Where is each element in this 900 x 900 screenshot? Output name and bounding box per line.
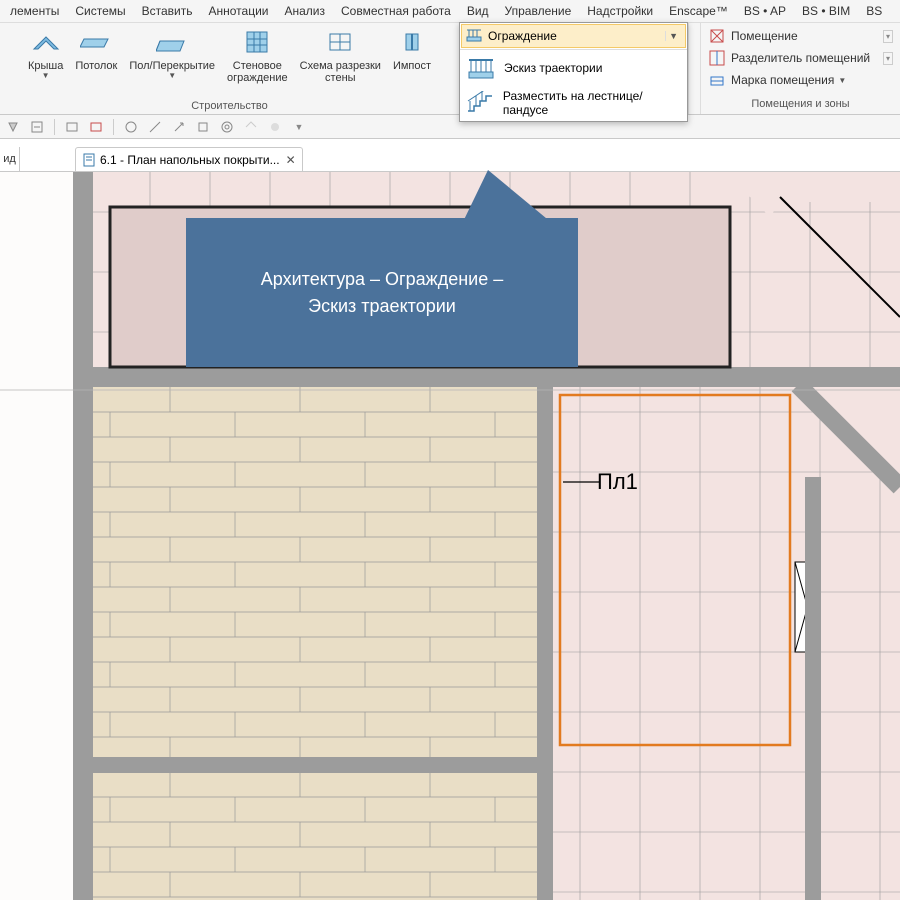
menu-item[interactable]: Аннотации <box>201 4 277 18</box>
sketch-path-icon <box>466 55 496 81</box>
qat-icon[interactable] <box>122 118 140 136</box>
railing-icon <box>466 27 484 45</box>
mullion-button[interactable]: Импост <box>387 25 437 99</box>
separator <box>460 49 687 50</box>
menu-bar: лементы Системы Вставить Аннотации Анали… <box>0 0 900 22</box>
quick-access-toolbar: ▼ <box>0 115 900 139</box>
document-tab[interactable]: 6.1 - План напольных покрыти... ✕ <box>75 147 303 171</box>
chevron-down-icon: ▼ <box>42 72 50 81</box>
room-label: Помещение <box>731 29 798 43</box>
railing-dropdown-label: Ограждение <box>488 29 557 43</box>
ceiling-label: Потолок <box>75 60 117 72</box>
floor-icon <box>156 29 188 57</box>
menu-item[interactable]: Анализ <box>277 4 334 18</box>
curtain-wall-button[interactable]: Стеновое ограждение <box>221 25 294 99</box>
menu-item[interactable]: Enscape™ <box>661 4 736 18</box>
home-tab[interactable]: ид <box>0 147 20 171</box>
room-icon <box>708 27 726 45</box>
instruction-callout: Архитектура – Ограждение – Эскиз траекто… <box>186 218 578 367</box>
room-tag-label: Пл1 <box>597 469 638 495</box>
curtain-wall-icon <box>241 29 273 57</box>
separator <box>113 119 114 135</box>
qat-icon[interactable] <box>4 118 22 136</box>
qat-icon[interactable] <box>63 118 81 136</box>
qat-icon[interactable] <box>87 118 105 136</box>
place-on-stair-label: Разместить на лестнице/пандусе <box>503 89 681 117</box>
panel-build-label: Строительство <box>191 99 268 114</box>
floor-button[interactable]: Пол/Перекрытие ▼ <box>123 25 221 99</box>
qat-icon[interactable] <box>146 118 164 136</box>
menu-item[interactable]: лементы <box>2 4 67 18</box>
separator <box>54 119 55 135</box>
rooms-panel-label: Помещения и зоны <box>705 97 896 112</box>
callout-line1: Архитектура – Ограждение – <box>261 266 503 293</box>
curtain-wall-label: Стеновое ограждение <box>227 60 288 84</box>
chevron-down-icon: ▼ <box>838 76 846 85</box>
menu-item[interactable]: Вид <box>459 4 497 18</box>
chevron-down-icon: ▼ <box>665 31 681 41</box>
curtain-grid-button[interactable]: Схема разрезки стены <box>294 25 387 99</box>
place-on-stair-item[interactable]: Разместить на лестнице/пандусе <box>460 85 687 121</box>
room-tag-icon <box>708 71 726 89</box>
menu-item[interactable]: Системы <box>67 4 133 18</box>
document-tab-bar: ид 6.1 - План напольных покрыти... ✕ <box>0 139 900 172</box>
chevron-down-icon[interactable]: ▼ <box>290 118 308 136</box>
menu-item[interactable]: Вставить <box>134 4 201 18</box>
sketch-path-item[interactable]: Эскиз траектории <box>460 51 687 85</box>
chevron-down-icon: ▼ <box>168 72 176 81</box>
menu-item[interactable]: BS • BIM <box>794 4 858 18</box>
roof-button[interactable]: Крыша ▼ <box>22 25 69 99</box>
menu-item[interactable]: BS <box>858 4 890 18</box>
menu-item[interactable]: Управление <box>497 4 580 18</box>
ceiling-icon <box>80 29 112 57</box>
menu-item[interactable]: Надстройки <box>579 4 661 18</box>
ceiling-button[interactable]: Потолок <box>69 25 123 99</box>
chevron-down-icon: ▾ <box>883 52 893 65</box>
railing-dropdown: Ограждение ▼ Эскиз траектории Разместить… <box>459 22 688 122</box>
mullion-label: Импост <box>393 60 431 72</box>
callout-line2: Эскиз траектории <box>261 293 503 320</box>
qat-icon[interactable] <box>266 118 284 136</box>
room-tag-label: Марка помещения <box>731 73 834 87</box>
room-separator-button[interactable]: Разделитель помещений ▾ <box>705 47 896 69</box>
place-on-stair-icon <box>466 90 495 116</box>
qat-icon[interactable] <box>194 118 212 136</box>
qat-icon[interactable] <box>218 118 236 136</box>
document-tab-label: 6.1 - План напольных покрыти... <box>100 153 280 167</box>
curtain-grid-label: Схема разрезки стены <box>300 60 381 84</box>
sketch-path-label: Эскиз траектории <box>504 61 602 75</box>
room-separator-icon <box>708 49 726 67</box>
qat-icon[interactable] <box>170 118 188 136</box>
chevron-down-icon: ▾ <box>883 30 893 43</box>
room-tag-button[interactable]: Марка помещения ▼ <box>705 69 896 91</box>
menu-item[interactable]: Совместная работа <box>333 4 459 18</box>
ribbon: Крыша ▼ Потолок Пол/Перекрытие ▼ <box>0 22 900 115</box>
room-button[interactable]: Помещение ▾ <box>705 25 896 47</box>
qat-icon[interactable] <box>28 118 46 136</box>
roof-icon <box>30 29 62 57</box>
close-icon[interactable]: ✕ <box>286 153 296 167</box>
mullion-icon <box>396 29 428 57</box>
menu-item[interactable]: BS • AP <box>736 4 794 18</box>
room-separator-label: Разделитель помещений <box>731 51 870 65</box>
document-icon <box>82 153 96 167</box>
curtain-grid-icon <box>324 29 356 57</box>
railing-dropdown-head[interactable]: Ограждение ▼ <box>461 24 686 48</box>
qat-icon[interactable] <box>242 118 260 136</box>
